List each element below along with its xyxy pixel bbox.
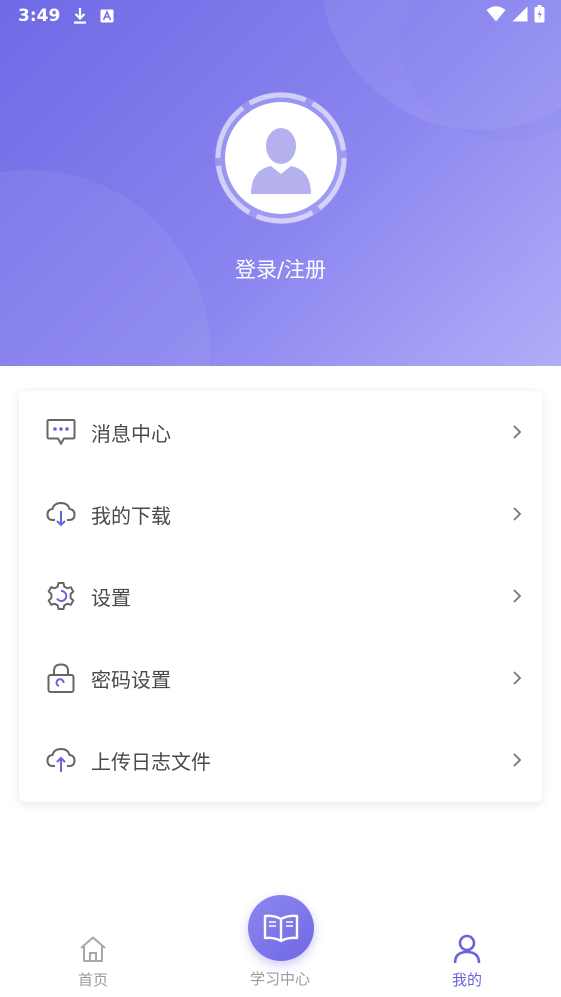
home-icon	[78, 933, 108, 965]
menu-item-label: 消息中心	[91, 421, 171, 446]
download-icon	[72, 7, 88, 25]
menu-item-label: 密码设置	[91, 667, 171, 692]
gear-icon	[45, 580, 77, 612]
notification-a-icon	[100, 9, 114, 23]
user-icon	[453, 933, 481, 965]
message-icon	[45, 416, 77, 448]
chevron-right-icon	[512, 752, 522, 768]
login-register-link[interactable]: 登录/注册	[0, 254, 561, 284]
tab-mine-label: 我的	[451, 971, 482, 989]
menu-item-settings[interactable]: 设置	[19, 555, 542, 637]
signal-icon	[512, 6, 528, 26]
status-bar: 3:49	[0, 0, 561, 32]
chevron-right-icon	[512, 588, 522, 604]
menu-item-password-settings[interactable]: 密码设置	[19, 637, 542, 719]
open-book-icon	[263, 914, 299, 943]
menu-item-label: 上传日志文件	[91, 749, 211, 774]
avatar[interactable]	[225, 102, 337, 214]
tab-home-label: 首页	[77, 971, 108, 989]
chevron-right-icon	[512, 424, 522, 440]
cloud-upload-icon	[45, 744, 77, 776]
avatar-ring[interactable]	[211, 88, 351, 228]
menu-item-downloads[interactable]: 我的下载	[19, 473, 542, 555]
menu-card: 消息中心 我的下载 设置 密码设置 上传日志文件	[19, 391, 542, 802]
battery-icon	[534, 5, 545, 27]
chevron-right-icon	[512, 670, 522, 686]
status-icons-right	[486, 5, 545, 27]
wifi-icon	[486, 6, 506, 26]
tab-study-label[interactable]: 学习中心	[220, 968, 340, 989]
tab-mine[interactable]: 我的	[407, 917, 527, 997]
menu-item-label: 我的下载	[91, 503, 171, 528]
menu-item-messages[interactable]: 消息中心	[19, 391, 542, 473]
profile-header: 3:49 登录/注册	[0, 0, 561, 366]
menu-item-label: 设置	[91, 585, 131, 610]
person-silhouette-icon	[251, 128, 311, 194]
lock-icon	[45, 662, 77, 694]
menu-item-upload-logs[interactable]: 上传日志文件	[19, 719, 542, 801]
chevron-right-icon	[512, 506, 522, 522]
tab-home[interactable]: 首页	[33, 917, 153, 997]
study-center-button[interactable]	[248, 895, 314, 961]
status-time: 3:49	[18, 6, 61, 26]
cloud-download-icon	[45, 498, 77, 530]
